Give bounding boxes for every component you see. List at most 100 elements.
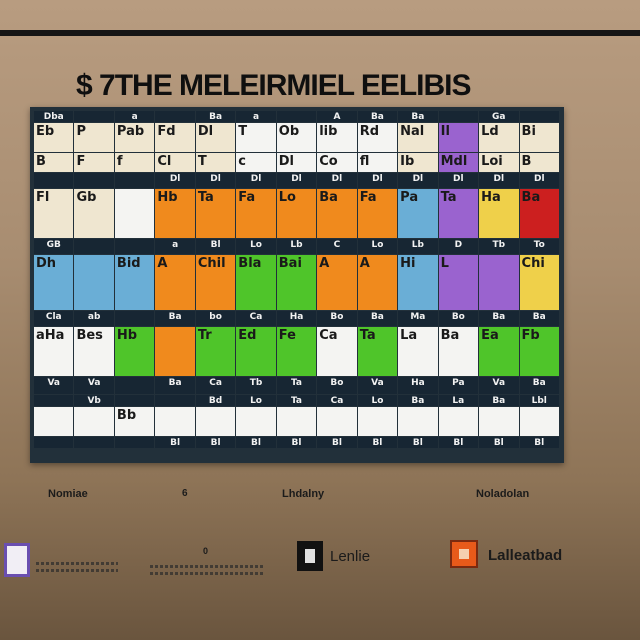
element-cell: T xyxy=(236,123,276,152)
table-header-cell: Bl xyxy=(195,437,236,448)
element-cell xyxy=(479,407,519,436)
table-header-cell: a xyxy=(114,111,155,122)
table-header-cell: Bd xyxy=(195,395,236,406)
element-symbol: Pa xyxy=(400,190,419,205)
element-cell: Ea xyxy=(479,327,519,376)
element-symbol: lib xyxy=(319,124,338,139)
element-cell xyxy=(357,407,398,436)
element-cell: Dh xyxy=(34,255,74,310)
table-header-cell: Dl xyxy=(276,173,317,188)
element-symbol: Ea xyxy=(481,328,499,343)
element-symbol: Pab xyxy=(116,124,145,139)
table-header-cell: Bo xyxy=(317,311,357,326)
element-cell: Eb xyxy=(34,123,74,152)
element-cell: Ob xyxy=(276,123,317,152)
table-header-cell: Lb xyxy=(398,239,438,254)
element-cell: F xyxy=(74,153,114,172)
element-symbol: Chi xyxy=(521,256,545,271)
element-cell xyxy=(74,255,114,310)
element-symbol: Ob xyxy=(278,124,300,139)
element-cell: Bai xyxy=(276,255,317,310)
element-symbol: Hb xyxy=(157,190,178,205)
table-header-cell: A xyxy=(317,111,357,122)
table-header-cell: Ta xyxy=(276,377,317,394)
element-symbol: Fe xyxy=(278,328,296,343)
element-symbol: Fa xyxy=(238,190,256,205)
element-cell: Cl xyxy=(155,153,195,172)
table-header-cell: Ba xyxy=(479,395,519,406)
element-cell: Ba xyxy=(519,189,559,238)
element-symbol: fl xyxy=(359,154,370,169)
element-symbol: Fl xyxy=(36,190,50,205)
element-cell xyxy=(519,407,559,436)
element-cell xyxy=(34,407,74,436)
table-header-cell: Ba xyxy=(398,111,438,122)
element-cell: fl xyxy=(357,153,398,172)
element-symbol: Ta xyxy=(197,190,214,205)
table-header-cell: Ba xyxy=(155,377,195,394)
table-header-cell: Lo xyxy=(236,239,276,254)
element-symbol: L xyxy=(440,256,449,271)
table-header-cell: Ma xyxy=(398,311,438,326)
table-header-cell: Ha xyxy=(276,311,317,326)
element-symbol: Ha xyxy=(481,190,501,205)
element-cell: Fe xyxy=(276,327,317,376)
element-symbol: Bid xyxy=(116,256,141,271)
table-header-cell: Cla xyxy=(34,311,74,326)
element-cell: P xyxy=(74,123,114,152)
element-symbol: La xyxy=(400,328,418,343)
element-symbol: Bb xyxy=(116,408,137,423)
top-bar xyxy=(0,30,640,36)
table-header-cell: Bl xyxy=(357,437,398,448)
table-header-cell: Lo xyxy=(236,395,276,406)
legend-fine-text-4 xyxy=(150,572,264,575)
table-header-cell: Ga xyxy=(479,111,519,122)
element-cell: Ba xyxy=(438,327,479,376)
table-header-cell xyxy=(74,437,114,448)
table-header-cell: Lb xyxy=(276,239,317,254)
table-header-cell xyxy=(34,173,74,188)
element-symbol: T xyxy=(197,154,207,169)
element-symbol: Eb xyxy=(36,124,55,139)
element-cell: lib xyxy=(317,123,357,152)
element-symbol: F xyxy=(76,154,86,169)
table-header-cell xyxy=(114,173,155,188)
table-header-cell: a xyxy=(236,111,276,122)
table-header-cell: Bl xyxy=(479,437,519,448)
element-cell: L xyxy=(438,255,479,310)
element-symbol: f xyxy=(116,154,123,169)
element-symbol: Fb xyxy=(521,328,540,343)
element-cell: Ha xyxy=(479,189,519,238)
label-right: Noladolan xyxy=(476,488,530,500)
table-header-cell: Dl xyxy=(155,173,195,188)
element-cell: Hi xyxy=(398,255,438,310)
element-cell: Dl xyxy=(195,123,236,152)
element-cell: Pa xyxy=(398,189,438,238)
table-header-cell xyxy=(74,111,114,122)
table-header-cell xyxy=(155,111,195,122)
element-cell: Ta xyxy=(438,189,479,238)
table-header-cell: Bl xyxy=(236,437,276,448)
table-header-cell: Ba xyxy=(357,111,398,122)
table-header-cell xyxy=(114,395,155,406)
element-symbol: Dl xyxy=(197,124,214,139)
element-cell xyxy=(195,407,236,436)
table-header-cell: Bl xyxy=(519,437,559,448)
table-header-cell: Bl xyxy=(276,437,317,448)
element-cell: T xyxy=(195,153,236,172)
table-header-cell: Lo xyxy=(357,239,398,254)
table-header-cell: Dl xyxy=(357,173,398,188)
table-header-cell: ab xyxy=(74,311,114,326)
table-header-cell: Ba xyxy=(155,311,195,326)
element-cell xyxy=(317,407,357,436)
element-cell: Ed xyxy=(236,327,276,376)
table-header-cell: Bl xyxy=(317,437,357,448)
table-header-cell xyxy=(74,239,114,254)
table-header-cell xyxy=(34,437,74,448)
element-cell: Loi xyxy=(479,153,519,172)
element-symbol: Loi xyxy=(481,154,503,169)
element-cell: La xyxy=(398,327,438,376)
element-symbol: c xyxy=(238,154,247,169)
element-symbol: A xyxy=(359,256,370,271)
table-header-cell: Dl xyxy=(398,173,438,188)
